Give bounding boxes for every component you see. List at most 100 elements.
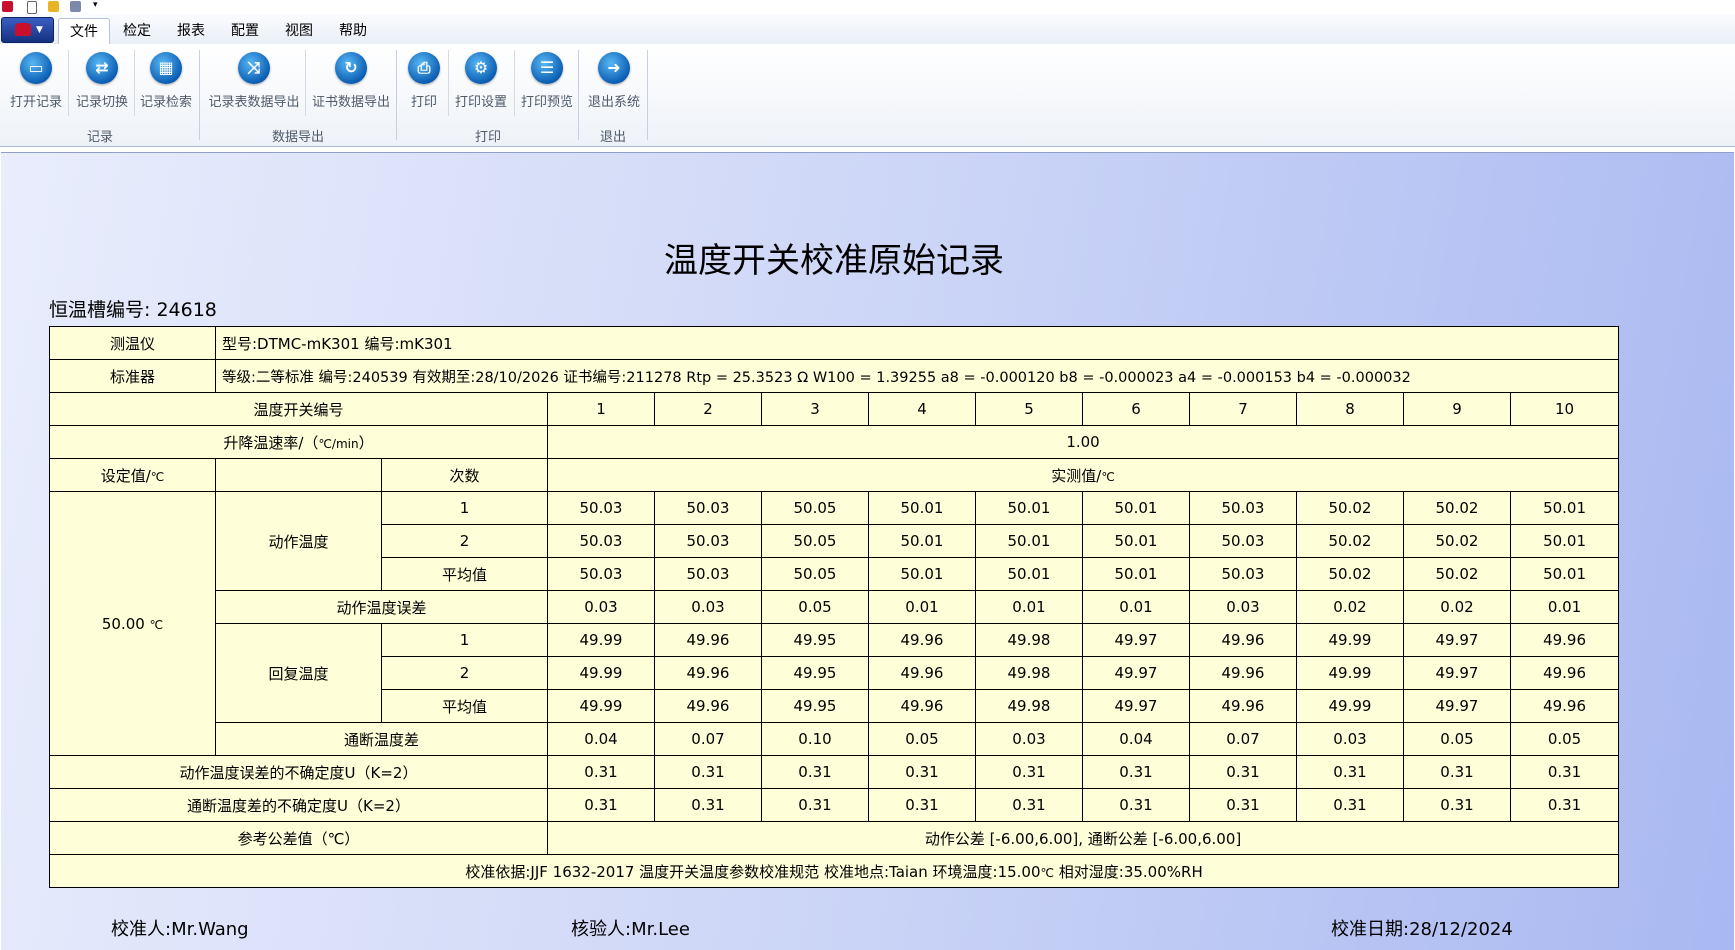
value-cell: 0.31	[547, 755, 655, 789]
print-label: 打印	[410, 95, 437, 110]
tab-file[interactable]: 文件	[58, 18, 110, 45]
search-record-label: 记录检索	[139, 95, 192, 110]
value-cell: 0.03	[547, 590, 655, 624]
switch-record-button[interactable]: ⇄ 记录切换	[70, 50, 134, 120]
tab-help[interactable]: 帮助	[328, 18, 378, 44]
switch-icon: ⇄	[86, 52, 118, 84]
tab-report[interactable]: 报表	[166, 18, 216, 44]
value-cell: 50.01	[868, 491, 976, 525]
value-cell: 49.99	[1296, 623, 1404, 657]
value-cell: 0.31	[1509, 788, 1620, 822]
value-cell: 8	[1296, 392, 1404, 426]
value-cell: 49.96	[1189, 656, 1297, 690]
customize-qat-arrow-icon[interactable]: ▾	[93, 0, 98, 11]
value-cell: 0.31	[1082, 755, 1190, 789]
separator	[68, 50, 69, 116]
tab-calibrate[interactable]: 检定	[112, 18, 162, 44]
value-cell: 49.97	[1403, 656, 1511, 690]
u-diff-label: 通断温度差的不确定度U（K=2）	[49, 788, 548, 822]
run-number: 1	[381, 623, 548, 657]
export-certificate-data-label: 证书数据导出	[311, 95, 390, 110]
value-cell: 0.31	[654, 755, 762, 789]
thermometer-info: 型号:DTMC-mK301 编号:mK301	[214, 326, 1620, 360]
report-canvas: 温度开关校准原始记录 恒温槽编号: 24618 测温仪 型号:DTMC-mK30…	[1, 152, 1734, 950]
standard-row: 标准器 等级:二等标准 编号:240539 有效期至:28/10/2026 证书…	[49, 359, 1620, 393]
value-cell: 3	[761, 392, 869, 426]
value-cell: 49.98	[975, 656, 1083, 690]
print-button[interactable]: ⎙ 打印	[402, 50, 446, 120]
value-cell: 5	[975, 392, 1083, 426]
value-cell: 49.99	[547, 656, 655, 690]
value-cell: 49.98	[975, 623, 1083, 657]
thermometer-row: 测温仪 型号:DTMC-mK301 编号:mK301	[49, 326, 1620, 360]
value-cell: 50.03	[654, 524, 762, 558]
value-cell: 9	[1403, 392, 1511, 426]
value-cell: 0.07	[654, 722, 762, 756]
tab-view[interactable]: 视图	[274, 18, 324, 44]
open-record-button[interactable]: ▭ 打开记录	[4, 50, 68, 120]
value-cell: 2	[654, 392, 762, 426]
value-cell: 0.04	[547, 722, 655, 756]
value-cell: 49.97	[1403, 689, 1511, 723]
value-cell: 49.96	[868, 689, 976, 723]
shuffle-icon: ⤨	[238, 52, 270, 84]
print-icon[interactable]	[70, 1, 81, 12]
print-preview-button[interactable]: ☰ 打印预览	[516, 50, 578, 120]
value-cell: 50.01	[868, 557, 976, 591]
value-cell: 49.96	[1509, 656, 1620, 690]
value-cell: 50.01	[975, 557, 1083, 591]
ribbon-panel: ▭ 打开记录 ⇄ 记录切换 ▦ 记录检索 记录 ⤨ 记录表数据导出 ↻ 证书数据…	[0, 44, 1735, 147]
reset-run1-row: 回复温度 1 49.99 49.96 49.95 49.96 49.98 49.97 49.…	[50, 623, 1620, 723]
switch-number-row: 温度开关编号 1 2 3 4 5 6 7 8 9 10	[49, 392, 1620, 426]
refresh-icon: ↻	[335, 52, 367, 84]
calibrator: 校准人:Mr.Wang	[111, 919, 249, 940]
diff-row: 通断温度差 0.04 0.07 0.10 0.05 0.03 0.04 0.07 0.03 0.…	[50, 722, 1620, 756]
action-error-label: 动作温度误差	[215, 590, 548, 624]
calibration-date: 校准日期:28/12/2024	[1331, 919, 1513, 940]
value-cell: 50.02	[1296, 491, 1404, 525]
application-menu-button[interactable]: ▼	[1, 17, 54, 43]
value-cell: 50.03	[1189, 524, 1297, 558]
value-cell: 49.97	[1082, 656, 1190, 690]
value-cell: 50.01	[1509, 557, 1620, 591]
value-cell: 50.02	[1296, 524, 1404, 558]
document-icon: ☰	[531, 52, 563, 84]
separator	[448, 50, 449, 116]
value-cell: 0.31	[1403, 755, 1511, 789]
value-cell: 49.97	[1082, 689, 1190, 723]
value-cell: 50.01	[1509, 491, 1620, 525]
value-cell: 50.01	[975, 491, 1083, 525]
value-cell: 50.01	[1509, 524, 1620, 558]
open-record-label: 打开记录	[9, 95, 62, 110]
value-cell: 49.96	[1189, 623, 1297, 657]
new-file-icon[interactable]	[27, 1, 37, 14]
value-cell: 0.01	[1509, 590, 1620, 624]
tolerance-row: 参考公差值（℃） 动作公差 [-6.00,6.00], 通断公差 [-6.00,…	[49, 821, 1620, 855]
value-cell: 50.03	[654, 491, 762, 525]
search-record-button[interactable]: ▦ 记录检索	[136, 50, 196, 120]
value-cell: 0.31	[975, 788, 1083, 822]
printer-icon: ⎙	[408, 52, 440, 84]
value-cell: 0.04	[1082, 722, 1190, 756]
exit-system-button[interactable]: ➜ 退出系统	[582, 50, 646, 120]
run-number: 2	[381, 656, 548, 690]
export-certificate-data-button[interactable]: ↻ 证书数据导出	[308, 50, 394, 120]
value-cell: 0.31	[654, 788, 762, 822]
open-folder-icon[interactable]	[48, 1, 59, 12]
value-cell: 49.99	[1296, 689, 1404, 723]
print-settings-button[interactable]: ⚙ 打印设置	[450, 50, 512, 120]
average-label: 平均值	[381, 557, 548, 591]
value-cell: 0.31	[868, 788, 976, 822]
value-cell: 49.99	[547, 689, 655, 723]
export-record-data-button[interactable]: ⤨ 记录表数据导出	[205, 50, 303, 120]
value-cell: 0.03	[654, 590, 762, 624]
value-cell: 0.01	[868, 590, 976, 624]
chevron-down-icon: ▼	[36, 25, 43, 35]
report-title: 温度开关校准原始记录	[664, 241, 1004, 281]
bath-number-label: 恒温槽编号:	[49, 299, 151, 321]
runner-icon: ➜	[598, 52, 630, 84]
group-label-export: 数据导出	[271, 130, 324, 145]
value-cell: 0.31	[1189, 788, 1297, 822]
value-cell: 0.02	[1296, 590, 1404, 624]
tab-config[interactable]: 配置	[220, 18, 270, 44]
